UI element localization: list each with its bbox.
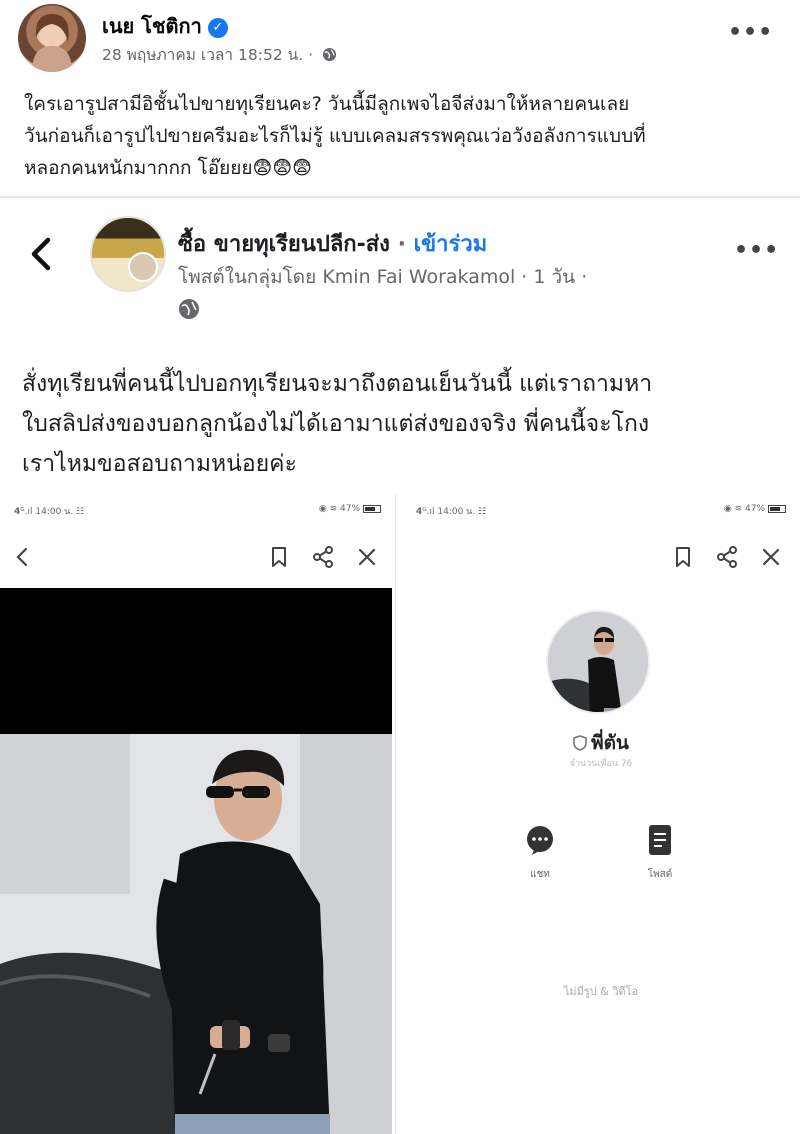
- post-timestamp-text[interactable]: 28 พฤษภาคม เวลา 18:52 น. ·: [102, 46, 313, 64]
- status-bar: 𝟰ᴳ.ıl 14:00 น. ☷ ◉ ≋ 47%: [416, 504, 786, 520]
- group-post-meta: โพสต์ในกลุ่มโดย Kmin Fai Worakamol · 1 ว…: [178, 266, 588, 288]
- group-name-text[interactable]: ซื้อ ขายทุเรียนปลีก-ส่ง: [178, 232, 390, 257]
- join-group-button[interactable]: เข้าร่วม: [414, 232, 488, 257]
- chat-label: แชท: [530, 869, 550, 880]
- shared-more-options-button[interactable]: •••: [734, 238, 779, 263]
- group-avatar[interactable]: [90, 216, 166, 292]
- profile-name: พี่ตัน: [402, 728, 800, 758]
- status-bar: 𝟰ᴳ.ıl 14:00 น. ☷ ◉ ≋ 47%: [14, 504, 381, 520]
- group-name-separator: ·: [389, 232, 414, 257]
- shared-screenshot: ซื้อ ขายทุเรียนปลีก-ส่ง · เข้าร่วม โพสต์…: [0, 198, 800, 1134]
- shared-text-line: เราไหมขอสอบถามหน่อยค่ะ: [22, 451, 297, 477]
- globe-icon: [179, 299, 199, 319]
- viewer-toolbar: [0, 538, 395, 578]
- post-text-line: หลอกคนหนักมากกก โอ๊ยยย😨😨😨: [24, 157, 312, 179]
- status-battery-text: ◉ ≋ 47%: [318, 504, 360, 514]
- group-avatar-inset: [128, 252, 158, 282]
- author-name-text[interactable]: เนย โชติกา: [102, 14, 202, 38]
- status-time: 𝟰ᴳ.ıl 14:00 น. ☷: [416, 507, 487, 517]
- post-text-line: วันก่อนก็เอารูปไปขายครีมอะไรก็ไม่รู้ แบบ…: [24, 125, 646, 147]
- battery-icon: [363, 504, 381, 513]
- profile-avatar-photo: [548, 612, 648, 712]
- status-time: 𝟰ᴳ.ıl 14:00 น. ☷: [14, 507, 85, 517]
- status-icons: ◉ ≋ 47%: [724, 504, 786, 514]
- battery-icon: [768, 504, 786, 513]
- post-timestamp[interactable]: 28 พฤษภาคม เวลา 18:52 น. ·: [102, 42, 337, 67]
- phone-screenshot-right[interactable]: 𝟰ᴳ.ıl 14:00 น. ☷ ◉ ≋ 47% พี่ตัน จำนวนเพื…: [402, 494, 800, 1134]
- post-more-options-button[interactable]: •••: [728, 20, 773, 45]
- verified-badge-icon: ✓: [207, 17, 228, 38]
- shared-text-line: สั่งทุเรียนพี่คนนี้ไปบอกทุเรียนจะมาถึงตอ…: [22, 371, 653, 397]
- empty-media-note: ไม่มีรูป & วิดีโอ: [563, 985, 639, 998]
- posts-label: โพสต์: [647, 869, 673, 880]
- profile-photo-large[interactable]: [0, 734, 392, 1134]
- shield-icon: [573, 735, 587, 751]
- chevron-left-icon[interactable]: [26, 234, 56, 274]
- bookmark-icon[interactable]: [264, 542, 294, 572]
- profile-name-text: พี่ตัน: [591, 732, 629, 754]
- close-icon[interactable]: [756, 542, 786, 572]
- document-icon: [649, 825, 671, 855]
- author-avatar[interactable]: [18, 4, 86, 72]
- chat-button[interactable]: แชท: [510, 824, 570, 882]
- status-battery-text: ◉ ≋ 47%: [723, 504, 765, 514]
- author-name[interactable]: เนย โชติกา ✓: [102, 10, 228, 42]
- bookmark-icon[interactable]: [668, 542, 698, 572]
- globe-icon: [322, 47, 337, 62]
- cover-photo-black: [0, 588, 392, 734]
- shared-post-body: สั่งทุเรียนพี่คนนี้ไปบอกทุเรียนจะมาถึงตอ…: [22, 364, 782, 484]
- group-name: ซื้อ ขายทุเรียนปลีก-ส่ง · เข้าร่วม: [178, 226, 487, 261]
- shared-text-line: ใบสลิปส่งของบอกลูกน้องไม่ได้เอามาแต่ส่งข…: [22, 411, 650, 437]
- close-icon[interactable]: [352, 542, 382, 572]
- post-text-line: ใครเอารูปสามีอิชั้นไปขายทุเรียนคะ? วันนี…: [24, 93, 630, 115]
- viewer-toolbar: [402, 538, 800, 578]
- profile-avatar[interactable]: [546, 610, 650, 714]
- phone-screenshot-left[interactable]: 𝟰ᴳ.ıl 14:00 น. ☷ ◉ ≋ 47%: [0, 494, 396, 1134]
- friends-count: จำนวนเพื่อน 76: [569, 759, 633, 769]
- post-body: ใครเอารูปสามีอิชั้นไปขายทุเรียนคะ? วันนี…: [24, 88, 784, 184]
- share-icon[interactable]: [308, 542, 338, 572]
- post-header: เนย โชติกา ✓ 28 พฤษภาคม เวลา 18:52 น. · •…: [0, 0, 800, 80]
- chat-bubble-icon: [527, 826, 553, 855]
- share-icon[interactable]: [712, 542, 742, 572]
- status-icons: ◉ ≋ 47%: [319, 504, 381, 514]
- posts-button[interactable]: โพสต์: [630, 824, 690, 882]
- man-with-car-photo: [0, 734, 392, 1134]
- chevron-left-icon[interactable]: [8, 542, 38, 572]
